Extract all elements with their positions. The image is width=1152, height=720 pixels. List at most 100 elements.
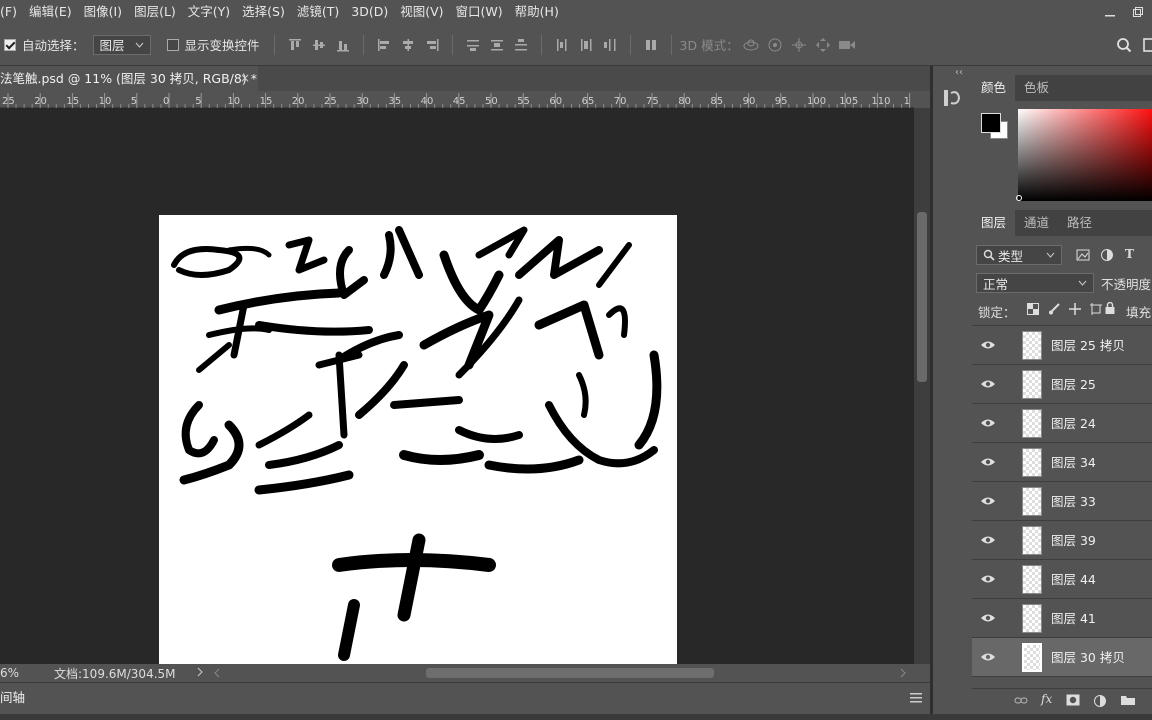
lock-brush-icon[interactable] [1048,303,1060,318]
zoom-level[interactable]: 6% [0,666,54,680]
layer-row[interactable]: 图层 24 [972,404,1152,443]
distribute-top-icon[interactable] [463,35,483,55]
status-menu-arrow-icon[interactable] [196,666,204,680]
layer-name[interactable]: 图层 34 [1051,443,1096,482]
auto-align-icon[interactable] [641,35,661,55]
adjustment-layer-icon[interactable] [1093,694,1107,711]
layer-name[interactable]: 图层 41 [1051,599,1096,638]
layer-row[interactable]: 图层 25 [972,365,1152,404]
layer-row[interactable]: 图层 44 [972,560,1152,599]
3d-orbit-icon[interactable] [741,35,761,55]
visibility-eye-icon[interactable] [980,533,996,547]
visibility-eye-icon[interactable] [980,377,996,391]
tab-color[interactable]: 颜色 [972,75,1016,101]
menu-window[interactable]: 窗口(W) [450,0,509,24]
foreground-color-swatch[interactable] [981,113,1001,133]
align-right-icon[interactable] [422,35,442,55]
layer-row[interactable]: 图层 33 [972,482,1152,521]
visibility-eye-icon[interactable] [980,416,996,430]
layer-row[interactable]: 图层 25 拷贝 [972,326,1152,365]
search-icon[interactable] [1114,35,1134,55]
distribute-vcenter-icon[interactable] [487,35,507,55]
tab-channels[interactable]: 通道 [1015,210,1058,236]
lock-artboard-icon[interactable] [1090,303,1102,318]
close-icon[interactable]: × [240,66,250,91]
tab-layers[interactable]: 图层 [972,210,1016,236]
horizontal-scrollbar[interactable] [210,666,914,680]
menu-help[interactable]: 帮助(H) [509,0,565,24]
timeline-label[interactable]: 间轴 [0,683,25,713]
visibility-eye-icon[interactable] [980,455,996,469]
layer-filter-dropdown[interactable]: 类型 [976,245,1062,265]
workspace-icon[interactable] [1140,35,1152,55]
visibility-eye-icon[interactable] [980,611,996,625]
menu-view[interactable]: 视图(V) [394,0,449,24]
color-spectrum[interactable] [1016,109,1152,201]
document-canvas[interactable] [159,215,677,664]
link-layers-icon[interactable] [1014,695,1028,710]
history-icon[interactable] [942,88,962,111]
layer-row-selected[interactable]: 图层 30 拷贝 [972,638,1152,677]
align-bottom-icon[interactable] [333,35,353,55]
layer-name[interactable]: 图层 30 拷贝 [1051,638,1125,677]
auto-select-checkbox[interactable] [4,38,16,51]
menu-layer[interactable]: 图层(L) [128,0,182,24]
vertical-scrollbar[interactable] [914,108,930,664]
vertical-scroll-thumb[interactable] [917,212,927,382]
distribute-right-icon[interactable] [600,35,620,55]
distribute-left-icon[interactable] [552,35,572,55]
align-left-icon[interactable] [374,35,394,55]
distribute-bottom-icon[interactable] [511,35,531,55]
3d-pan-icon[interactable] [789,35,809,55]
align-top-icon[interactable] [285,35,305,55]
show-transform-checkbox[interactable] [166,38,179,51]
lock-all-icon[interactable] [1104,301,1116,318]
menu-image[interactable]: 图像(I) [78,0,128,24]
filter-pixel-icon[interactable] [1076,248,1090,265]
visibility-eye-icon[interactable] [980,338,996,352]
panel-menu-icon[interactable] [910,692,922,706]
layer-name[interactable]: 图层 39 [1051,521,1096,560]
lock-transparency-icon[interactable] [1027,303,1039,318]
align-hcenter-icon[interactable] [398,35,418,55]
3d-slide-icon[interactable] [813,35,833,55]
layer-name[interactable]: 图层 33 [1051,482,1096,521]
menu-3d[interactable]: 3D(D) [345,0,394,24]
scroll-right-icon[interactable] [898,666,908,680]
layer-style-fx-icon[interactable]: fx [1041,692,1052,706]
color-picker-marker[interactable] [1016,195,1022,201]
layer-name[interactable]: 图层 25 [1051,365,1096,404]
visibility-eye-icon[interactable] [980,494,996,508]
menu-edit[interactable]: 编辑(E) [23,0,78,24]
menu-type[interactable]: 文字(Y) [182,0,236,24]
menu-filter[interactable]: 滤镜(T) [291,0,345,24]
align-vcenter-icon[interactable] [309,35,329,55]
3d-camera-icon[interactable] [837,35,857,55]
document-tab[interactable]: 法笔触.psd @ 11% (图层 30 拷贝, RGB/8) * [0,66,258,91]
blend-mode-dropdown[interactable]: 正常 [976,273,1094,293]
menu-select[interactable]: 选择(S) [236,0,291,24]
distribute-hcenter-icon[interactable] [576,35,596,55]
horizontal-scroll-thumb[interactable] [426,668,714,678]
visibility-eye-icon[interactable] [980,572,996,586]
layer-name[interactable]: 图层 44 [1051,560,1096,599]
filter-adjustment-icon[interactable] [1100,248,1114,265]
layer-row[interactable]: 图层 34 [972,443,1152,482]
tab-swatches[interactable]: 色板 [1015,75,1058,101]
collapse-arrows-icon[interactable]: ‹‹ [955,67,963,78]
layer-name[interactable]: 图层 25 拷贝 [1051,326,1125,365]
visibility-eye-icon[interactable] [980,650,996,664]
layer-name[interactable]: 图层 24 [1051,404,1096,443]
menu-file[interactable]: (F) [0,0,23,24]
add-mask-icon[interactable] [1066,694,1080,709]
layer-row[interactable]: 图层 39 [972,521,1152,560]
canvas-area[interactable] [0,108,914,664]
lock-move-icon[interactable] [1069,303,1081,318]
scroll-left-icon[interactable] [212,666,222,680]
restore-button[interactable] [1124,0,1152,24]
auto-select-dropdown[interactable]: 图层 [92,34,151,55]
filter-type-icon[interactable]: T [1125,247,1134,261]
tab-paths[interactable]: 路径 [1058,210,1101,236]
layer-row[interactable]: 图层 41 [972,599,1152,638]
3d-roll-icon[interactable] [765,35,785,55]
